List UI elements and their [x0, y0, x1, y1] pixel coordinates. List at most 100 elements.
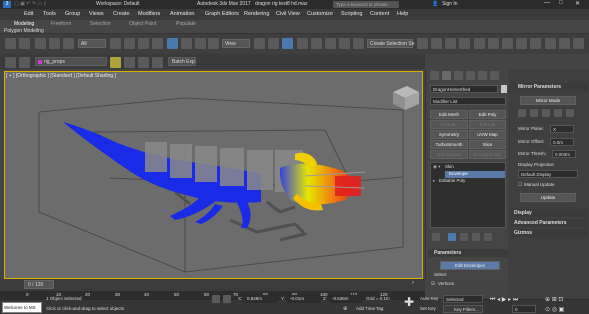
percent-snap-icon[interactable]: [325, 38, 336, 49]
paste-blue-to-green-icon[interactable]: [542, 109, 550, 117]
menu-rendering[interactable]: Rendering: [244, 11, 269, 17]
make-unique-icon[interactable]: [460, 233, 468, 241]
menu-help[interactable]: Help: [397, 11, 408, 17]
workspace-selector[interactable]: Workspace: Default: [96, 1, 140, 7]
configure-modifier-sets-icon[interactable]: [484, 233, 492, 241]
menu-graph-editors[interactable]: Graph Editors: [205, 11, 239, 17]
viewport-navigation-icons[interactable]: ⊕ ⊞ ⊡: [545, 296, 563, 303]
extrude-button[interactable]: Extrude: [430, 120, 468, 129]
close-button[interactable]: ✕: [575, 0, 580, 7]
viewport-navigation-icons-2[interactable]: ⊙ ◎ ▣: [545, 306, 564, 313]
add-time-tag[interactable]: Add Time Tag: [356, 306, 383, 311]
tab-modeling[interactable]: Modeling: [14, 21, 34, 27]
paste-blue-verts-icon[interactable]: [566, 109, 574, 117]
pivot-center-icon[interactable]: [254, 38, 265, 49]
advanced-parameters-rollout-header[interactable]: Advanced Parameters: [510, 219, 588, 227]
menu-group[interactable]: Group: [65, 11, 80, 17]
window-crossing-icon[interactable]: [152, 38, 163, 49]
mirror-paste-icon[interactable]: [518, 109, 526, 117]
menu-civil-view[interactable]: Civil View: [276, 11, 300, 17]
manual-update-checkbox[interactable]: ☐ Manual Update: [518, 182, 578, 189]
tab-populate[interactable]: Populate: [176, 21, 196, 27]
checkbox-icon[interactable]: ☑: [431, 281, 435, 287]
parameters-rollout-header[interactable]: Parameters: [428, 249, 508, 257]
schematic-view-icon[interactable]: [488, 38, 499, 49]
material-editor-icon[interactable]: [502, 38, 513, 49]
layer-manager-icon[interactable]: [5, 57, 16, 68]
key-filters-button[interactable]: Key Filters...: [443, 305, 483, 313]
layer-dropdown[interactable]: rig_props: [35, 57, 107, 66]
display-tab-icon[interactable]: [478, 71, 487, 80]
y-coordinate-field[interactable]: -0.01m: [288, 295, 320, 303]
a360-render-icon[interactable]: [573, 38, 584, 49]
key-mode-dropdown[interactable]: Selected: [443, 295, 483, 303]
stack-item-skin[interactable]: ◉ ▾ Skin: [433, 164, 505, 171]
user-icon[interactable]: 👤: [432, 1, 438, 7]
quick-access-icons[interactable]: ▢ ▣ ↶ ↷ ▭ ▯: [14, 1, 46, 7]
paste-green-to-blue-icon[interactable]: [530, 109, 538, 117]
eye-icon[interactable]: ◉ ▾: [433, 164, 440, 170]
link-icon[interactable]: [35, 38, 46, 49]
named-selection-dropdown[interactable]: Create Selection Se: [367, 39, 414, 48]
show-end-result-icon[interactable]: [448, 233, 456, 241]
place-icon[interactable]: [208, 38, 219, 49]
update-button[interactable]: Update: [520, 193, 576, 202]
unlink-icon[interactable]: [49, 38, 60, 49]
pin-stack-icon[interactable]: [432, 233, 440, 241]
object-color-swatch[interactable]: [501, 85, 507, 93]
display-rollout-header[interactable]: Display: [510, 209, 588, 217]
modifier-list-dropdown[interactable]: Modifier List: [430, 97, 506, 105]
select-in-layer-icon[interactable]: [124, 57, 135, 68]
mirror-mode-button[interactable]: Mirror Mode: [520, 96, 576, 105]
menu-customize[interactable]: Customize: [307, 11, 333, 17]
undo-icon[interactable]: [5, 38, 16, 49]
playback-controls[interactable]: ⏮ ◂ ▶ ▸ ⏭: [490, 296, 518, 304]
app-logo-icon[interactable]: 3: [3, 1, 11, 8]
render-iterative-icon[interactable]: [559, 38, 570, 49]
snaps-toggle-icon[interactable]: [297, 38, 308, 49]
rendered-frame-window-icon[interactable]: [530, 38, 541, 49]
viewport[interactable]: [4, 71, 423, 279]
edit-envelopes-button[interactable]: Edit Envelopes: [440, 261, 500, 270]
time-tag-icon[interactable]: ⊕: [343, 306, 347, 312]
edit-named-selection-icon[interactable]: [353, 38, 364, 49]
turbosmooth-button[interactable]: TurboSmooth: [430, 140, 468, 149]
absolute-mode-icon[interactable]: [223, 295, 231, 303]
edit-mesh-button[interactable]: Edit Mesh: [430, 110, 468, 119]
selection-filter-dropdown[interactable]: All: [78, 39, 106, 48]
sign-in-link[interactable]: Sign In: [442, 1, 458, 7]
set-current-layer-icon[interactable]: [138, 57, 149, 68]
extrude-button-2[interactable]: Extrude: [469, 120, 506, 129]
mirror-offset-field[interactable]: 0.0m: [550, 138, 574, 146]
select-object-icon[interactable]: [110, 38, 121, 49]
expand-icon[interactable]: ▸: [433, 178, 435, 184]
search-input[interactable]: Type a keyword or phrase: [333, 1, 399, 8]
toggle-layer-explorer-icon[interactable]: [459, 38, 470, 49]
symmetry-button[interactable]: Symmetry: [430, 130, 468, 139]
rectangular-selection-icon[interactable]: [138, 38, 149, 49]
menu-views[interactable]: Views: [89, 11, 104, 17]
tab-selection[interactable]: Selection: [90, 21, 111, 27]
menu-edit[interactable]: Edit: [24, 11, 33, 17]
tab-freeform[interactable]: Freeform: [51, 21, 71, 27]
menu-content[interactable]: Content: [370, 11, 389, 17]
remove-modifier-icon[interactable]: [472, 233, 480, 241]
display-projection-dropdown[interactable]: Default Display: [518, 170, 578, 178]
normalize-spline-button[interactable]: Normalize Spl.: [469, 150, 506, 159]
set-key-plus-icon[interactable]: ✚: [404, 295, 414, 309]
paste-green-verts-icon[interactable]: [554, 109, 562, 117]
vertices-checkbox-row[interactable]: ☑ Vertices: [431, 280, 471, 288]
minimize-button[interactable]: —: [544, 0, 550, 6]
motion-tab-icon[interactable]: [466, 71, 475, 80]
lock-selection-icon[interactable]: [212, 295, 220, 303]
checkbox-icon[interactable]: ☐: [518, 182, 522, 188]
layer-properties-icon[interactable]: [152, 57, 163, 68]
angle-snap-icon[interactable]: [311, 38, 322, 49]
set-key-button[interactable]: Set Key: [420, 306, 436, 311]
stack-item-editable-poly[interactable]: ▸ Editable Poly: [433, 178, 505, 185]
time-slider[interactable]: 0 / 120: [24, 280, 54, 289]
tab-object-paint[interactable]: Object Paint: [129, 21, 156, 27]
mirror-icon[interactable]: [417, 38, 428, 49]
utilities-tab-icon[interactable]: [490, 71, 499, 80]
select-and-scale-icon[interactable]: [195, 38, 206, 49]
